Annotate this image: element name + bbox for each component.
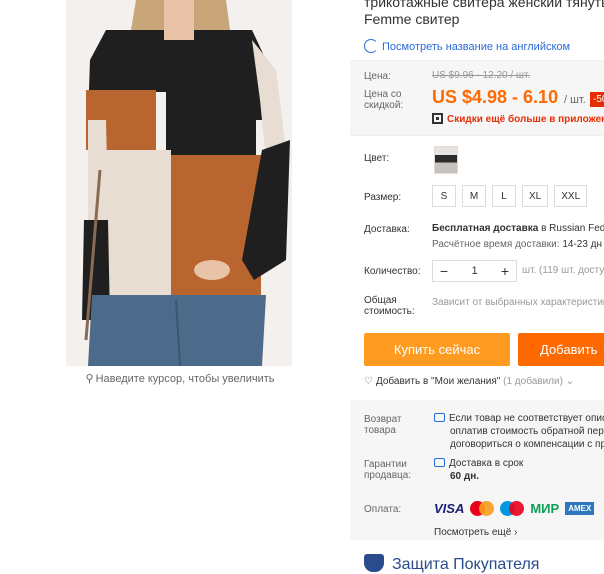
mastercard-icon	[470, 501, 495, 516]
discount-price: US $4.98 - 6.10	[432, 87, 559, 107]
sweater-model-image	[66, 0, 292, 366]
buy-now-button[interactable]: Купить сейчас	[364, 333, 510, 366]
zoom-hint: ⚲ Наведите курсор, чтобы увеличить	[85, 373, 275, 385]
visa-icon: VISA	[434, 501, 465, 516]
product-gallery: ⚲ Наведите курсор, чтобы увеличить	[0, 0, 350, 574]
size-option-xl[interactable]: XL	[522, 185, 549, 207]
return-label: Возврат товара	[364, 414, 402, 436]
size-option-xxl[interactable]: XXL	[554, 185, 588, 207]
product-title: трикотажные свитера женский тянуть женщи…	[364, 0, 604, 27]
delivery-clock-icon	[434, 458, 445, 467]
wishlist-link[interactable]: ♡ Добавить в "Мои желания" (1 добавили) ⌄	[364, 376, 574, 387]
size-option-m[interactable]: M	[462, 185, 486, 207]
color-label: Цвет:	[364, 153, 390, 164]
color-swatch[interactable]	[434, 146, 458, 174]
chevron-down-icon: ⌄	[565, 376, 575, 387]
stock-note: шт. (119 шт. доступ	[522, 265, 604, 276]
total-label: Общая стоимость:	[364, 295, 415, 317]
size-selector: S M L XL XXL	[432, 185, 588, 207]
shipping-method[interactable]: Бесплатная доставка в Russian Fed	[432, 223, 604, 234]
payment-methods: VISA МИР AMEX	[434, 501, 595, 516]
product-page: ⚲ Наведите курсор, чтобы увеличить трикот…	[0, 0, 604, 574]
shield-icon	[364, 554, 384, 572]
add-to-cart-button[interactable]: Добавить	[518, 333, 604, 366]
show-more-payments-link[interactable]: Посмотреть ещё ›	[434, 527, 517, 538]
buyer-protection-title[interactable]: Защита Покупателя	[364, 554, 539, 574]
qr-code-icon	[432, 113, 443, 124]
discount-badge: -50	[590, 92, 604, 107]
total-note: Зависит от выбранных характеристик	[432, 297, 604, 308]
price-unit: / шт.	[564, 94, 586, 106]
payment-label: Оплата:	[364, 504, 402, 515]
seller-guarantee-label: Гарантии продавца:	[364, 459, 412, 481]
increase-quantity-button[interactable]: +	[494, 263, 516, 279]
on-time-delivery: Доставка в срок 60 дн.	[434, 457, 523, 483]
product-photo[interactable]	[66, 0, 292, 366]
quantity-input[interactable]: 1	[455, 265, 494, 277]
delivery-estimate: Расчётное время доставки: 14-23 дн	[432, 239, 603, 250]
size-label: Размер:	[364, 192, 402, 203]
chevron-right-icon: ›	[514, 527, 518, 538]
maestro-icon	[500, 501, 525, 516]
return-icon	[434, 413, 445, 422]
mir-icon: МИР	[530, 501, 560, 516]
amex-icon: AMEX	[565, 502, 595, 515]
old-price: US $9.96 - 12.20 / шт.	[432, 70, 531, 81]
translate-icon	[364, 39, 378, 53]
translate-title-link[interactable]: Посмотреть название на английском	[364, 39, 570, 53]
price-box: Цена: US $9.96 - 12.20 / шт. Цена со ски…	[350, 60, 604, 136]
return-policy: Если товар не соответствует описанию опл…	[434, 412, 604, 451]
old-price-label: Цена:	[364, 71, 391, 82]
size-option-l[interactable]: L	[492, 185, 516, 207]
quantity-label: Количество:	[364, 266, 421, 277]
heart-icon: ♡	[364, 376, 373, 387]
seller-guarantees: Возврат товара Если товар не соответству…	[350, 400, 604, 540]
new-price-label: Цена со скидкой:	[364, 89, 404, 111]
quantity-stepper: − 1 +	[432, 260, 517, 282]
magnifier-icon: ⚲	[85, 373, 94, 385]
shipping-label: Доставка:	[364, 224, 410, 235]
decrease-quantity-button[interactable]: −	[433, 263, 455, 279]
size-option-s[interactable]: S	[432, 185, 456, 207]
app-promo-link[interactable]: Скидки ещё больше в приложении	[432, 113, 604, 125]
product-info: трикотажные свитера женский тянуть женщи…	[350, 0, 604, 574]
